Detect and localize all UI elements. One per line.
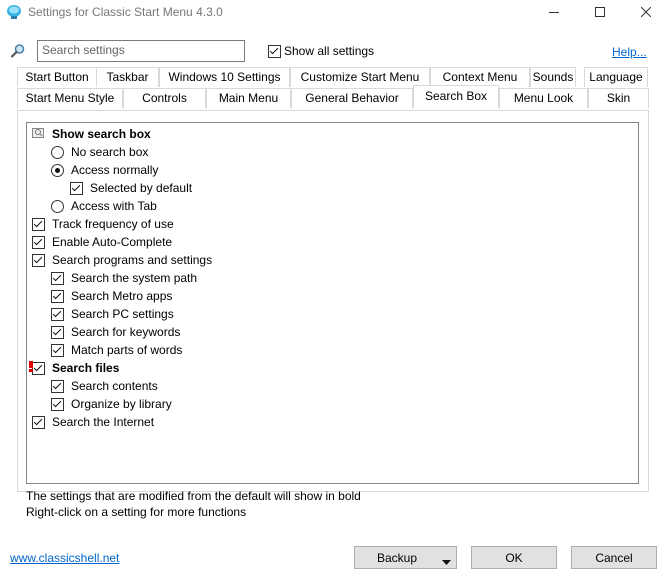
dropdown-arrow-icon <box>442 555 451 569</box>
tab-menu-look[interactable]: Menu Look <box>499 88 588 108</box>
backup-label: Backup <box>377 550 418 565</box>
setting-label: Search PC settings <box>71 307 174 321</box>
tab-start-menu-style[interactable]: Start Menu Style <box>17 88 123 108</box>
minimize-icon <box>549 6 559 20</box>
checkbox[interactable] <box>70 181 83 195</box>
setting-label: Enable Auto-Complete <box>52 235 173 249</box>
setting-label: Show search box <box>52 127 151 141</box>
backup-button[interactable]: Backup <box>354 546 457 569</box>
radio-button[interactable] <box>51 199 64 213</box>
checkbox[interactable] <box>51 397 64 411</box>
setting-row-access-normally[interactable]: Access normally <box>51 161 158 179</box>
maximize-button[interactable] <box>577 0 623 26</box>
checkbox[interactable] <box>51 325 64 339</box>
tab-main-menu[interactable]: Main Menu <box>206 88 291 108</box>
checkbox[interactable] <box>51 307 64 321</box>
setting-label: Selected by default <box>90 181 193 195</box>
checkbox[interactable] <box>32 253 45 267</box>
show-all-checkbox[interactable] <box>268 44 281 58</box>
tab-controls[interactable]: Controls <box>123 88 206 108</box>
checkbox[interactable] <box>32 235 45 249</box>
setting-row-search-pc-settings[interactable]: Search PC settings <box>51 305 174 323</box>
cancel-button[interactable]: Cancel <box>571 546 657 569</box>
setting-row-search-contents[interactable]: Search contents <box>51 377 158 395</box>
tab-context-menu[interactable]: Context Menu <box>430 67 530 87</box>
close-button[interactable] <box>623 0 669 26</box>
search-input[interactable] <box>38 41 244 59</box>
setting-row-selected-by-default[interactable]: Selected by default <box>70 179 192 197</box>
modified-note: The settings that are modified from the … <box>26 489 361 503</box>
cancel-label: Cancel <box>595 550 633 565</box>
tab-start-button[interactable]: Start Button <box>17 67 97 87</box>
setting-label: Access normally <box>71 163 159 177</box>
title-bar: Settings for Classic Start Menu 4.3.0 <box>0 0 669 26</box>
setting-row-search-programs-and-settings[interactable]: Search programs and settings <box>32 251 212 269</box>
magnifier-icon <box>10 43 26 62</box>
setting-label: Access with Tab <box>71 199 157 213</box>
tab-sounds[interactable]: Sounds <box>530 67 576 87</box>
tab-skin[interactable]: Skin <box>588 88 649 108</box>
setting-label: Search for keywords <box>71 325 181 339</box>
classicshell-link[interactable]: www.classicshell.net <box>10 551 119 565</box>
right-click-note: Right-click on a setting for more functi… <box>26 505 247 519</box>
setting-label: Search the Internet <box>52 415 155 429</box>
ok-label: OK <box>505 550 523 565</box>
checkbox[interactable] <box>51 343 64 357</box>
setting-row-search-the-internet[interactable]: Search the Internet <box>32 413 154 431</box>
checkbox[interactable] <box>51 379 64 393</box>
setting-label: Organize by library <box>71 397 172 411</box>
setting-row-access-with-tab[interactable]: Access with Tab <box>51 197 157 215</box>
setting-label: Match parts of words <box>71 343 183 357</box>
setting-label: Track frequency of use <box>52 217 174 231</box>
setting-label: Search programs and settings <box>52 253 213 267</box>
search-box-icon <box>32 126 45 142</box>
search-settings-field[interactable] <box>37 40 245 62</box>
maximize-icon <box>595 6 605 20</box>
radio-button[interactable] <box>51 163 64 177</box>
setting-row-organize-by-library[interactable]: Organize by library <box>51 395 172 413</box>
radio-button[interactable] <box>51 145 64 159</box>
tab-general-behavior[interactable]: General Behavior <box>291 88 413 108</box>
tab-taskbar[interactable]: Taskbar <box>96 67 159 87</box>
setting-row-search-metro-apps[interactable]: Search Metro apps <box>51 287 172 305</box>
setting-label: No search box <box>71 145 149 159</box>
checkbox[interactable] <box>51 271 64 285</box>
minimize-button[interactable] <box>531 0 577 26</box>
ok-button[interactable]: OK <box>471 546 557 569</box>
tab-search-box[interactable]: Search Box <box>413 85 499 108</box>
setting-row-search-for-keywords[interactable]: Search for keywords <box>51 323 180 341</box>
setting-row-enable-auto-complete[interactable]: Enable Auto-Complete <box>32 233 172 251</box>
help-link[interactable]: Help... <box>612 45 647 59</box>
setting-row-no-search-box[interactable]: No search box <box>51 143 148 161</box>
tab-windows-10-settings[interactable]: Windows 10 Settings <box>159 67 290 87</box>
setting-label: Search the system path <box>71 271 198 285</box>
settings-tree[interactable]: Show search box No search box Access norma… <box>26 122 639 484</box>
tab-customize-start-menu[interactable]: Customize Start Menu <box>290 67 430 87</box>
checkbox[interactable] <box>51 289 64 303</box>
checkbox[interactable] <box>32 415 45 429</box>
setting-row-search-the-system-path[interactable]: Search the system path <box>51 269 197 287</box>
setting-row-match-parts-of-words[interactable]: Match parts of words <box>51 341 182 359</box>
close-icon <box>640 6 652 20</box>
modified-marker-icon <box>29 360 34 375</box>
setting-label: Search files <box>52 361 120 375</box>
show-all-label: Show all settings <box>284 44 375 58</box>
classic-shell-icon <box>6 4 22 20</box>
setting-label: Search contents <box>71 379 158 393</box>
tab-language[interactable]: Language <box>584 67 648 87</box>
checkbox[interactable] <box>32 217 45 231</box>
show-all-settings-toggle[interactable]: Show all settings <box>268 44 374 58</box>
setting-row-show-search-box[interactable]: Show search box <box>32 125 151 143</box>
setting-label: Search Metro apps <box>71 289 173 303</box>
setting-row-search-files[interactable]: Search files <box>29 359 120 377</box>
setting-row-track-frequency-of-use[interactable]: Track frequency of use <box>32 215 174 233</box>
window-title: Settings for Classic Start Menu 4.3.0 <box>28 5 223 19</box>
